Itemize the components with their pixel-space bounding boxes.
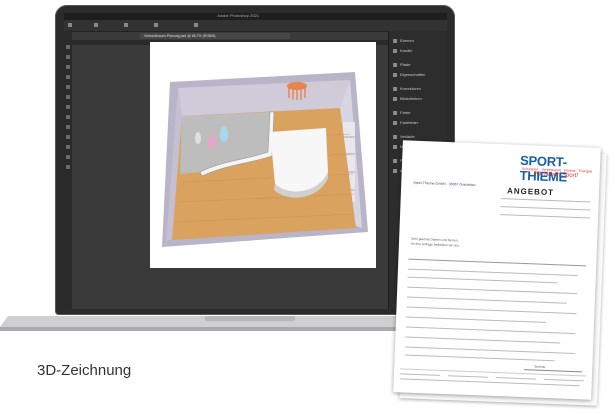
table-row [407, 286, 578, 295]
table-row [406, 316, 547, 323]
crop-tool-icon[interactable] [66, 75, 70, 79]
table-row [407, 268, 578, 277]
hand-tool-icon[interactable] [66, 155, 70, 159]
caption-3d-drawing: 3D-Zeichnung [37, 362, 132, 379]
document-tab-label: Verkaufsraum-Planung.psd @ 66,7% (RGB/8) [144, 34, 216, 38]
document-title: ANGEBOT [506, 186, 555, 198]
pen-tool-icon[interactable] [66, 135, 70, 139]
document-footer [399, 368, 587, 393]
brush-tool-icon[interactable] [66, 95, 70, 99]
tools-panel [64, 31, 72, 309]
gradients-icon [393, 135, 397, 139]
color-icon [393, 111, 397, 115]
text-tool-icon[interactable] [66, 145, 70, 149]
panel-item-adjustments[interactable]: Korrekturen [393, 85, 443, 93]
table-row [404, 354, 555, 362]
gradient-tool-icon[interactable] [66, 125, 70, 129]
header-rule [500, 206, 591, 211]
paths-icon [393, 63, 397, 67]
lasso-tool-icon[interactable] [66, 65, 70, 69]
table-row [407, 276, 558, 284]
properties-icon [393, 73, 397, 77]
adjustments-icon [393, 87, 397, 91]
laptop-screen: Adobe Photoshop 2021 Verkaufsraum-Planun… [64, 13, 447, 309]
actions-icon [393, 169, 397, 173]
panel-item-swatches[interactable]: Farbfelder [393, 119, 443, 127]
eraser-tool-icon[interactable] [66, 115, 70, 119]
angebot-document: SPORT-THIEME Schulsport · Vereinssport ·… [393, 140, 601, 400]
cyan-light [220, 126, 228, 142]
panel-item-gradients[interactable]: Verläufe [393, 133, 443, 141]
total-rule [524, 369, 583, 373]
move-tool-icon[interactable] [68, 23, 72, 27]
panel-item-layers[interactable]: Ebenen [393, 37, 443, 45]
history-icon [393, 159, 397, 163]
header-rule [500, 214, 591, 219]
table-row [404, 346, 575, 355]
panel-item-properties[interactable]: Eigenschaften [393, 71, 443, 79]
window-title: Adobe Photoshop 2021 [217, 13, 260, 18]
marquee-tool-icon[interactable] [66, 55, 70, 59]
panel-item-paths[interactable]: Pfade [393, 61, 443, 69]
pink-light [208, 135, 216, 149]
intro-text: für Ihre Anfrage bedanken wir uns. [410, 241, 460, 248]
header-rule [500, 198, 591, 203]
white-platform [270, 128, 328, 192]
align-icon[interactable] [154, 23, 158, 27]
eyedropper-tool-icon[interactable] [66, 85, 70, 89]
zoom-tool-icon[interactable] [66, 165, 70, 169]
total-label: Summe [534, 364, 546, 369]
move-tool-icon[interactable] [66, 45, 70, 49]
white-light [195, 132, 201, 144]
table-header-rule [408, 258, 587, 267]
panel-item-color[interactable]: Farbe [393, 109, 443, 117]
canvas-3d-room[interactable] [150, 42, 376, 268]
libraries-icon [393, 97, 397, 101]
table-row [405, 336, 561, 344]
menu-bar: Adobe Photoshop 2021 [64, 13, 447, 20]
table-row [406, 296, 567, 304]
layers-icon [393, 39, 397, 43]
patterns-icon [393, 145, 397, 149]
room-3d-illustration [162, 72, 368, 247]
swatches-icon [393, 121, 397, 125]
panel-item-channels[interactable]: Kanäle [393, 47, 443, 55]
sender-address: Sport-Thieme GmbH · 38367 Grasleben [413, 180, 476, 188]
table-row [406, 306, 577, 315]
auto-select-icon[interactable] [94, 23, 98, 27]
3d-mode-icon[interactable] [194, 23, 198, 27]
transform-controls-icon[interactable] [124, 23, 128, 27]
panel-item-libraries[interactable]: Bibliotheken [393, 95, 443, 103]
table-row [405, 326, 576, 335]
channels-icon [393, 49, 397, 53]
document-tab[interactable]: Verkaufsraum-Planung.psd @ 66,7% (RGB/8) [140, 33, 290, 39]
stamp-tool-icon[interactable] [66, 105, 70, 109]
